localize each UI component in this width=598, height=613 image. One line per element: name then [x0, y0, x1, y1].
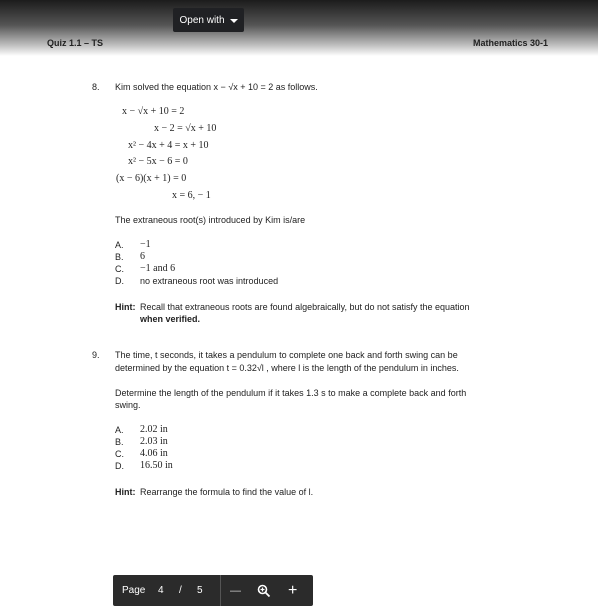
q8-hint-line-2: when verified.: [140, 314, 201, 324]
q8-option-b-letter: B.: [115, 252, 124, 262]
question-9-number: 9.: [92, 350, 100, 360]
q9-option-c-letter: C.: [115, 449, 124, 459]
q8-step-4: x² − 5x − 6 = 0: [128, 156, 188, 167]
q8-step-6: x = 6, − 1: [172, 190, 211, 201]
q8-option-a-text: −1: [140, 239, 151, 250]
question-8-number: 8.: [92, 82, 100, 92]
q8-step-5: (x − 6)(x + 1) = 0: [116, 173, 187, 184]
q9-hint-label: Hint:: [115, 487, 136, 497]
q9-option-a-letter: A.: [115, 425, 124, 435]
page-divider: /: [179, 585, 182, 596]
toolbar-divider: [220, 575, 221, 606]
zoom-out-button[interactable]: —: [230, 575, 241, 606]
q9-option-b-text: 2.03 in: [140, 436, 168, 447]
q8-option-d-letter: D.: [115, 276, 124, 286]
q9-hint-text: Rearrange the formula to find the value …: [140, 487, 314, 497]
q8-step-1: x − √x + 10 = 2: [122, 106, 185, 117]
zoom-icon[interactable]: [257, 575, 271, 606]
q9-option-d-letter: D.: [115, 461, 124, 471]
course-title: Mathematics 30-1: [472, 38, 548, 48]
open-with-label: Open with: [179, 14, 225, 26]
q8-option-d-text: no extraneous root was introduced: [140, 276, 279, 286]
question-9-line-3: Determine the length of the pendulum if …: [115, 388, 467, 398]
quiz-title: Quiz 1.1 – TS: [47, 38, 104, 48]
q8-hint-label: Hint:: [115, 302, 136, 312]
q9-option-a-text: 2.02 in: [140, 424, 168, 435]
question-9-line-4: swing.: [115, 400, 141, 410]
question-8-prompt: Kim solved the equation x − √x + 10 = 2 …: [115, 82, 318, 92]
q9-option-c-text: 4.06 in: [140, 448, 168, 459]
q8-hint-line-1: Recall that extraneous roots are found a…: [140, 302, 470, 312]
q8-step-3: x² − 4x + 4 = x + 10: [128, 140, 209, 151]
question-8-question: The extraneous root(s) introduced by Kim…: [115, 215, 306, 225]
q9-option-d-text: 16.50 in: [140, 460, 173, 471]
q8-option-c-letter: C.: [115, 264, 124, 274]
total-pages: 5: [197, 585, 203, 596]
question-9-line-1: The time, t seconds, it takes a pendulum…: [115, 350, 458, 360]
q8-step-2: x − 2 = √x + 10: [154, 123, 217, 134]
q8-option-a-letter: A.: [115, 240, 124, 250]
zoom-in-button[interactable]: +: [288, 575, 297, 606]
q8-option-c-text: −1 and 6: [140, 263, 176, 274]
open-with-button[interactable]: Open with: [173, 8, 244, 32]
page-label: Page: [122, 585, 146, 596]
caret-down-icon: [229, 18, 238, 23]
question-9-line-2: determined by the equation t = 0.32√l , …: [115, 363, 459, 373]
q9-option-b-letter: B.: [115, 437, 124, 447]
page-toolbar: Page 4 / 5 — +: [113, 575, 313, 606]
current-page-input[interactable]: 4: [158, 575, 164, 606]
q8-option-b-text: 6: [140, 251, 145, 262]
